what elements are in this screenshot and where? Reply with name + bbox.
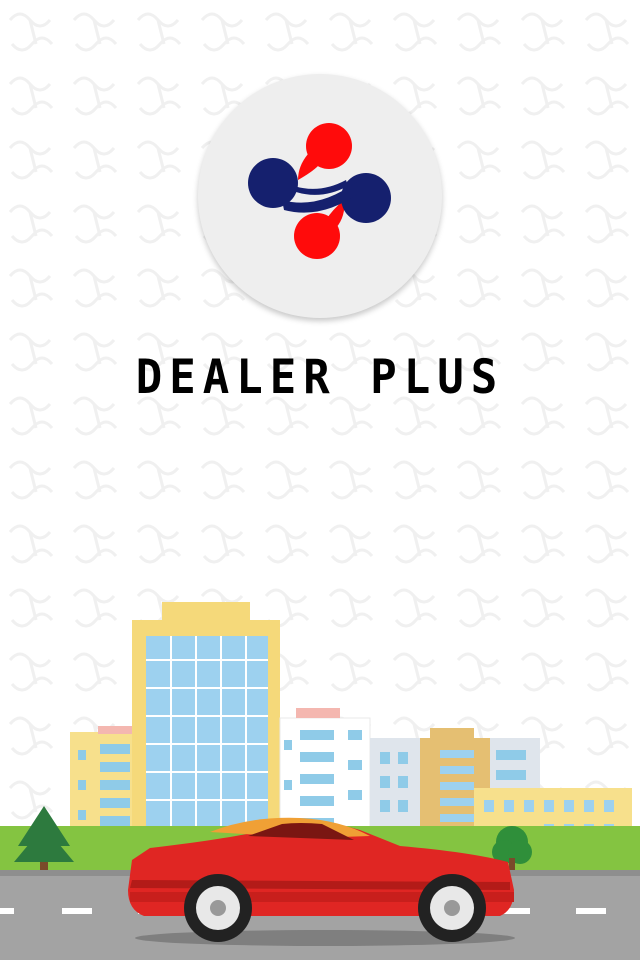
city-street-with-red-car-illustration <box>0 602 640 960</box>
dealer-plus-logo-icon <box>248 123 391 259</box>
app-logo <box>198 74 442 318</box>
app-title: DEALER PLUS <box>135 349 505 406</box>
